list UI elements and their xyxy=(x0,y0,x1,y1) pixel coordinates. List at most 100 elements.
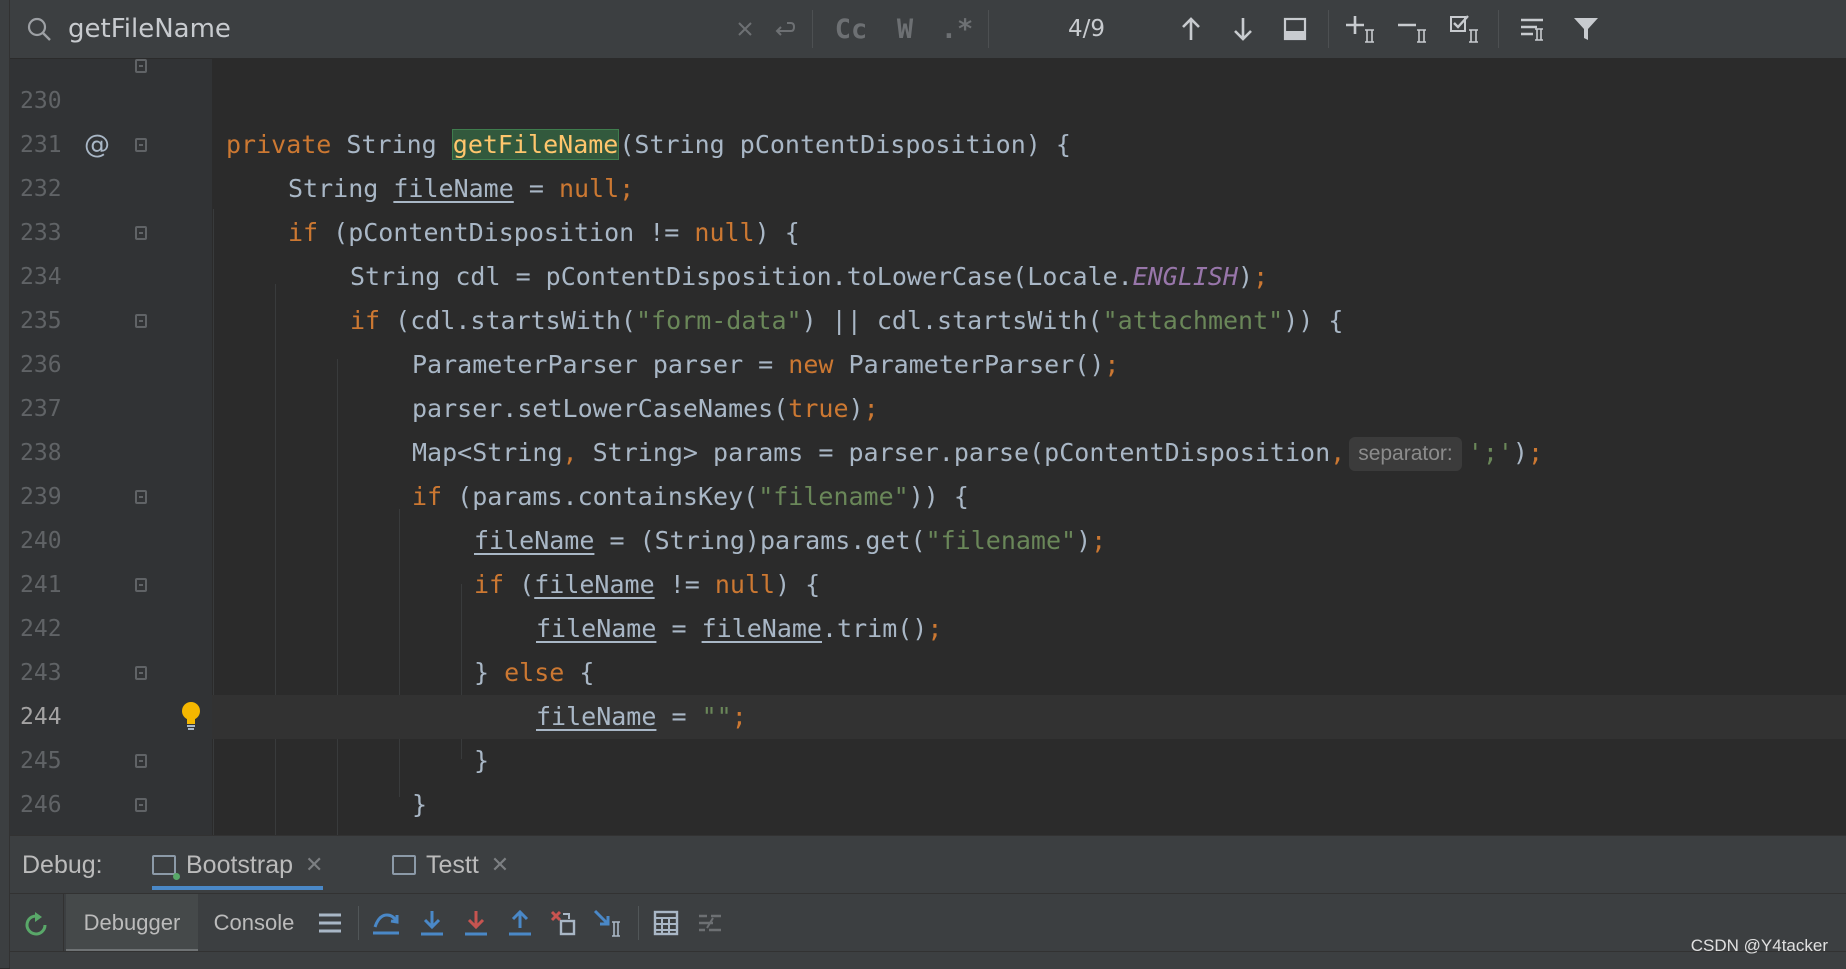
line-number: 234 xyxy=(20,264,62,290)
code-text: if (cdl.startsWith("form-data") || cdl.s… xyxy=(350,306,1344,335)
watermark: CSDN @Y4tacker xyxy=(1690,936,1828,955)
left-tool-strip xyxy=(0,0,10,968)
fold-icon[interactable] xyxy=(135,226,147,240)
line-number: 242 xyxy=(20,616,62,642)
line-number: 236 xyxy=(20,352,62,378)
evaluate-expression-icon[interactable] xyxy=(648,904,684,942)
fold-icon[interactable] xyxy=(135,754,147,768)
search-match-highlight: getFileName xyxy=(451,129,620,160)
code-text: if (pContentDisposition != null) { xyxy=(288,218,800,247)
separator xyxy=(1498,10,1499,48)
fold-icon[interactable] xyxy=(135,798,147,812)
code-line-current: 244 fileName = ""; xyxy=(10,695,1846,739)
rerun-icon[interactable] xyxy=(18,906,54,944)
search-icon[interactable] xyxy=(22,0,56,58)
find-bar: getFileName Cc W .* 4/9 xyxy=(10,0,1846,59)
code-text: parser.setLowerCaseNames(true); xyxy=(412,394,879,423)
run-to-cursor-icon[interactable] xyxy=(590,904,626,942)
fold-icon[interactable] xyxy=(135,314,147,328)
code-line: 233 if (pContentDisposition != null) { xyxy=(10,211,1846,255)
search-input[interactable]: getFileName xyxy=(68,0,231,58)
fold-icon[interactable] xyxy=(135,666,147,680)
line-number: 241 xyxy=(20,572,62,598)
code-text: } else { xyxy=(474,658,595,687)
code-text: fileName = ""; xyxy=(536,702,747,731)
code-text: private String getFileName(String pConte… xyxy=(226,129,1071,160)
code-editor[interactable]: 230 231 @ private String getFileName(Str… xyxy=(10,59,1846,835)
debug-label: Debug: xyxy=(22,851,103,879)
debug-session-icon xyxy=(152,855,180,880)
menu-icon[interactable] xyxy=(312,904,348,942)
code-line: 246 } xyxy=(10,783,1846,827)
code-line: 240 fileName = (String)params.get("filen… xyxy=(10,519,1846,563)
select-all-check-icon[interactable] xyxy=(1446,0,1486,58)
code-text: fileName = fileName.trim(); xyxy=(536,614,943,643)
match-counter: 4/9 xyxy=(1068,16,1106,42)
close-icon[interactable]: ✕ xyxy=(305,852,323,878)
clear-icon[interactable] xyxy=(732,0,758,58)
fold-icon[interactable] xyxy=(135,578,147,592)
code-text: String cdl = pContentDisposition.toLower… xyxy=(350,262,1269,291)
code-line: 234 String cdl = pContentDisposition.toL… xyxy=(10,255,1846,299)
new-line-icon[interactable] xyxy=(770,0,800,58)
arrow-down-icon[interactable] xyxy=(1226,0,1260,58)
whole-words-button[interactable]: W xyxy=(888,0,922,58)
code-text: } xyxy=(412,790,428,819)
code-text: Map<String, String> params = parser.pars… xyxy=(412,431,1543,475)
fold-icon[interactable] xyxy=(135,490,147,504)
code-text: fileName = (String)params.get("filename"… xyxy=(474,526,1107,555)
close-icon[interactable]: ✕ xyxy=(491,852,509,878)
drop-frame-icon[interactable] xyxy=(546,904,582,942)
parameter-hint: separator: xyxy=(1349,437,1462,471)
lightbulb-icon[interactable] xyxy=(181,701,201,731)
tab-debugger[interactable]: Debugger xyxy=(66,894,198,952)
code-line: 231 @ private String getFileName(String … xyxy=(10,123,1846,167)
match-case-button[interactable]: Cc xyxy=(830,0,872,58)
line-number: 239 xyxy=(20,484,62,510)
tab-label: Testt xyxy=(426,850,479,879)
code-text: ParameterParser parser = new ParameterPa… xyxy=(412,350,1120,379)
separator xyxy=(988,10,989,48)
code-line: 232 String fileName = null; xyxy=(10,167,1846,211)
arrow-up-icon[interactable] xyxy=(1174,0,1208,58)
separator xyxy=(638,906,639,940)
implements-marker-icon[interactable]: @ xyxy=(84,123,110,167)
line-number: 245 xyxy=(20,748,62,774)
step-into-icon[interactable] xyxy=(414,904,450,942)
tab-bootstrap[interactable]: Bootstrap ✕ xyxy=(152,836,324,894)
code-line: 239 if (params.containsKey("filename")) … xyxy=(10,475,1846,519)
trace-stream-icon[interactable] xyxy=(692,904,728,942)
code-text: } xyxy=(474,746,490,775)
filter-icon[interactable] xyxy=(1566,0,1606,58)
line-number: 243 xyxy=(20,660,62,686)
code-line: 230 xyxy=(10,79,1846,123)
code-text: if (params.containsKey("filename")) { xyxy=(412,482,969,511)
line-number: 237 xyxy=(20,396,62,422)
debug-session-icon xyxy=(392,855,416,875)
tab-label: Bootstrap xyxy=(186,850,294,879)
debug-toolbar: Debugger Console xyxy=(10,893,1846,969)
line-number: 240 xyxy=(20,528,62,554)
code-line: 243 } else { xyxy=(10,651,1846,695)
tab-console[interactable]: Console xyxy=(198,894,310,952)
select-all-occurrences-icon[interactable] xyxy=(1278,0,1312,58)
line-number: 244 xyxy=(20,704,62,730)
fold-icon[interactable] xyxy=(135,138,147,152)
fold-icon[interactable] xyxy=(135,59,147,73)
code-line: 235 if (cdl.startsWith("form-data") || c… xyxy=(10,299,1846,343)
line-number: 231 xyxy=(20,132,62,158)
add-occurrence-icon[interactable] xyxy=(1342,0,1382,58)
force-step-into-icon[interactable] xyxy=(458,904,494,942)
line-number: 233 xyxy=(20,220,62,246)
regex-button[interactable]: .* xyxy=(940,0,974,58)
line-number: 246 xyxy=(20,792,62,818)
line-number: 235 xyxy=(20,308,62,334)
line-number: 230 xyxy=(20,88,62,114)
tab-testt[interactable]: Testt ✕ xyxy=(392,836,509,894)
step-over-icon[interactable] xyxy=(368,904,404,942)
remove-occurrence-icon[interactable] xyxy=(1394,0,1434,58)
step-out-icon[interactable] xyxy=(502,904,538,942)
filter-lines-icon[interactable] xyxy=(1514,0,1554,58)
debug-panel-body xyxy=(10,951,1846,969)
code-line: 241 if (fileName != null) { xyxy=(10,563,1846,607)
